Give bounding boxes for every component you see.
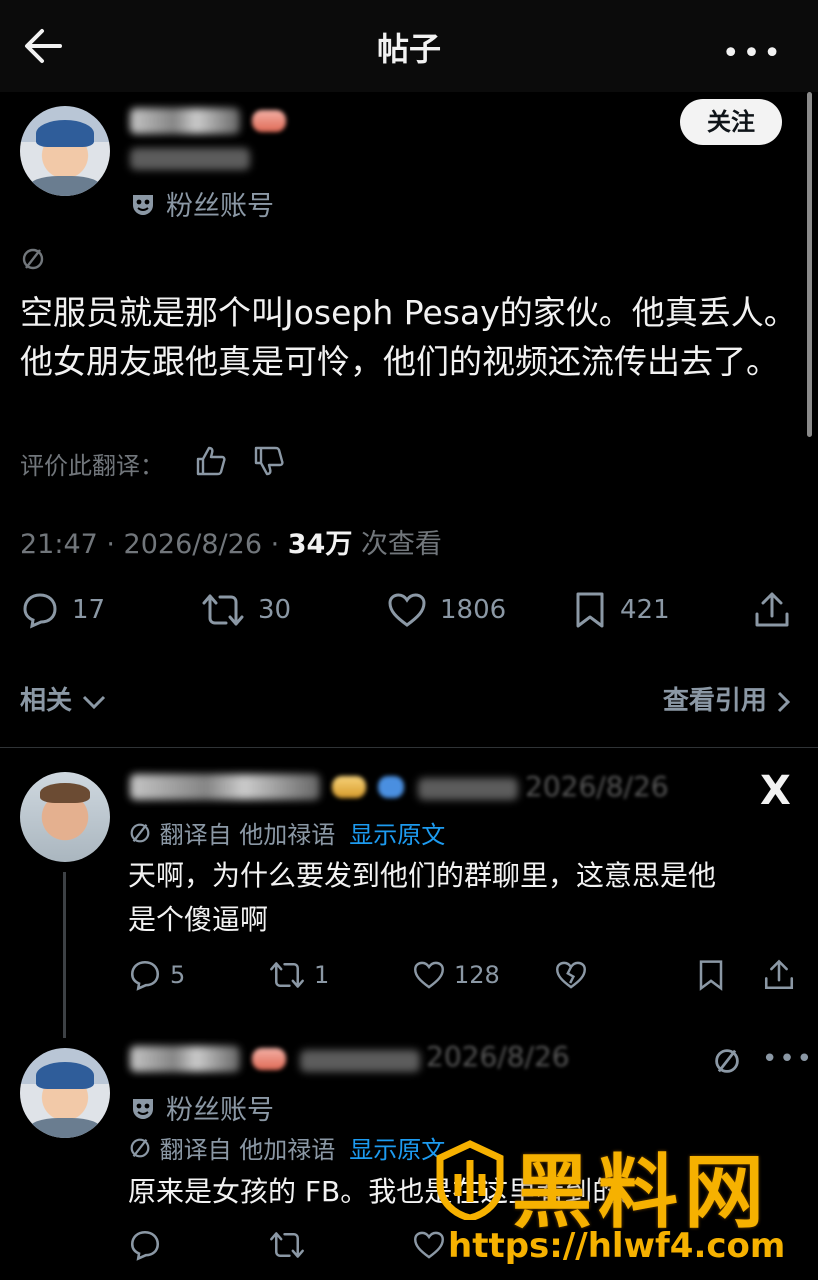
- reply-icon: [130, 960, 160, 991]
- share-icon: [755, 592, 789, 627]
- translated-line: 翻译自 他加禄语 显示原文: [128, 815, 445, 850]
- verified-badge-blurred: [378, 776, 404, 798]
- post-meta: 21:47 · 2026/8/26 · 34万 次查看: [20, 522, 442, 561]
- translate-icon: [22, 248, 44, 270]
- reply-button[interactable]: 5: [128, 958, 185, 992]
- translate-icon: [130, 823, 150, 842]
- translate-icon: [715, 1049, 739, 1073]
- reply-avatar[interactable]: [20, 1048, 110, 1138]
- post-text: 空服员就是那个叫Joseph Pesay的家伙。他真丢人。他女朋友跟他真是可怜，…: [20, 293, 797, 381]
- reply-handle-blurred: [300, 1050, 420, 1072]
- related-dropdown[interactable]: 相关: [20, 680, 107, 717]
- page-title: 帖子: [376, 30, 441, 68]
- fan-account-badge: 粉丝账号: [130, 1088, 274, 1127]
- x-logo-icon: X: [760, 768, 791, 814]
- follow-button[interactable]: 关注: [680, 99, 782, 145]
- dislike-button[interactable]: [554, 958, 588, 992]
- reply-author-blurred[interactable]: [130, 774, 320, 800]
- scrollbar[interactable]: [807, 92, 812, 437]
- bookmark-button[interactable]: 421: [572, 590, 670, 630]
- translate-icon: [130, 1138, 150, 1157]
- show-original-link[interactable]: 显示原文: [349, 821, 445, 849]
- chevron-right-icon: [777, 691, 791, 712]
- divider: [0, 747, 818, 748]
- reply-button[interactable]: 17: [20, 590, 105, 630]
- heart-icon: [414, 961, 444, 989]
- repost-button[interactable]: 1: [268, 958, 329, 992]
- more-options-icon[interactable]: •••: [722, 36, 784, 71]
- repost-icon: [270, 962, 304, 988]
- watermark-logo-icon: [436, 1140, 504, 1220]
- reply-button[interactable]: [128, 1228, 162, 1262]
- share-button[interactable]: [752, 590, 792, 630]
- post-timestamp: 21:47 · 2026/8/26 ·: [20, 529, 288, 560]
- reply-handle-blurred: [418, 778, 518, 800]
- repost-button[interactable]: [268, 1228, 306, 1262]
- reply-icon: [23, 593, 57, 629]
- chevron-down-icon: [83, 695, 106, 709]
- heart-icon: [414, 1231, 444, 1259]
- more-options-icon[interactable]: •••: [762, 1044, 814, 1074]
- like-button[interactable]: 1806: [386, 590, 506, 630]
- repost-count: 30: [258, 595, 292, 625]
- like-button[interactable]: [412, 1228, 446, 1262]
- reply-date: 2026/8/26: [426, 1040, 570, 1073]
- reply-avatar[interactable]: [20, 772, 110, 862]
- author-emoji-blurred: [252, 110, 286, 132]
- thumbs-up-icon[interactable]: [194, 444, 228, 478]
- reply-author-blurred[interactable]: [130, 1046, 240, 1072]
- repost-icon: [270, 1232, 304, 1258]
- author-name-blurred[interactable]: [130, 108, 240, 134]
- repost-button[interactable]: 30: [200, 590, 291, 630]
- reply-emoji-blurred: [252, 1048, 286, 1070]
- mask-icon: [133, 194, 153, 215]
- watermark-url: https://hlwf4.com: [448, 1226, 786, 1266]
- heart-icon: [388, 593, 426, 627]
- reply-date: 2026/8/26: [525, 770, 669, 803]
- mask-icon: [133, 1098, 153, 1119]
- share-icon: [764, 959, 794, 990]
- thread-line: [63, 872, 66, 1038]
- bookmark-icon: [699, 960, 723, 991]
- top-bar: 帖子 •••: [0, 0, 818, 92]
- share-button[interactable]: [762, 958, 796, 992]
- reply-text: 天啊，为什么要发到他们的群聊里，这意思是他 是个傻逼啊: [128, 859, 717, 936]
- like-count: 1806: [440, 595, 507, 625]
- fan-account-badge: 粉丝账号: [130, 184, 274, 223]
- view-quotes-link[interactable]: 查看引用: [663, 680, 792, 717]
- translated-line: 翻译自 他加禄语 显示原文: [128, 1130, 445, 1165]
- author-handle-blurred: [130, 148, 250, 170]
- view-suffix: 次查看: [352, 529, 442, 560]
- thumbs-down-icon[interactable]: [252, 444, 286, 478]
- rate-translation-label: 评价此翻译：: [20, 452, 164, 480]
- bookmark-button[interactable]: [696, 958, 726, 992]
- like-button[interactable]: 128: [412, 958, 500, 992]
- author-avatar[interactable]: [20, 106, 110, 196]
- view-count: 34万: [287, 529, 353, 560]
- show-original-link[interactable]: 显示原文: [349, 1136, 445, 1164]
- bookmark-icon: [576, 592, 604, 628]
- broken-heart-icon: [556, 961, 586, 989]
- reply-icon: [130, 1230, 160, 1261]
- reply-emoji-blurred: [332, 776, 366, 798]
- bookmark-count: 421: [620, 595, 670, 625]
- reply-count: 17: [72, 595, 106, 625]
- repost-icon: [202, 594, 244, 626]
